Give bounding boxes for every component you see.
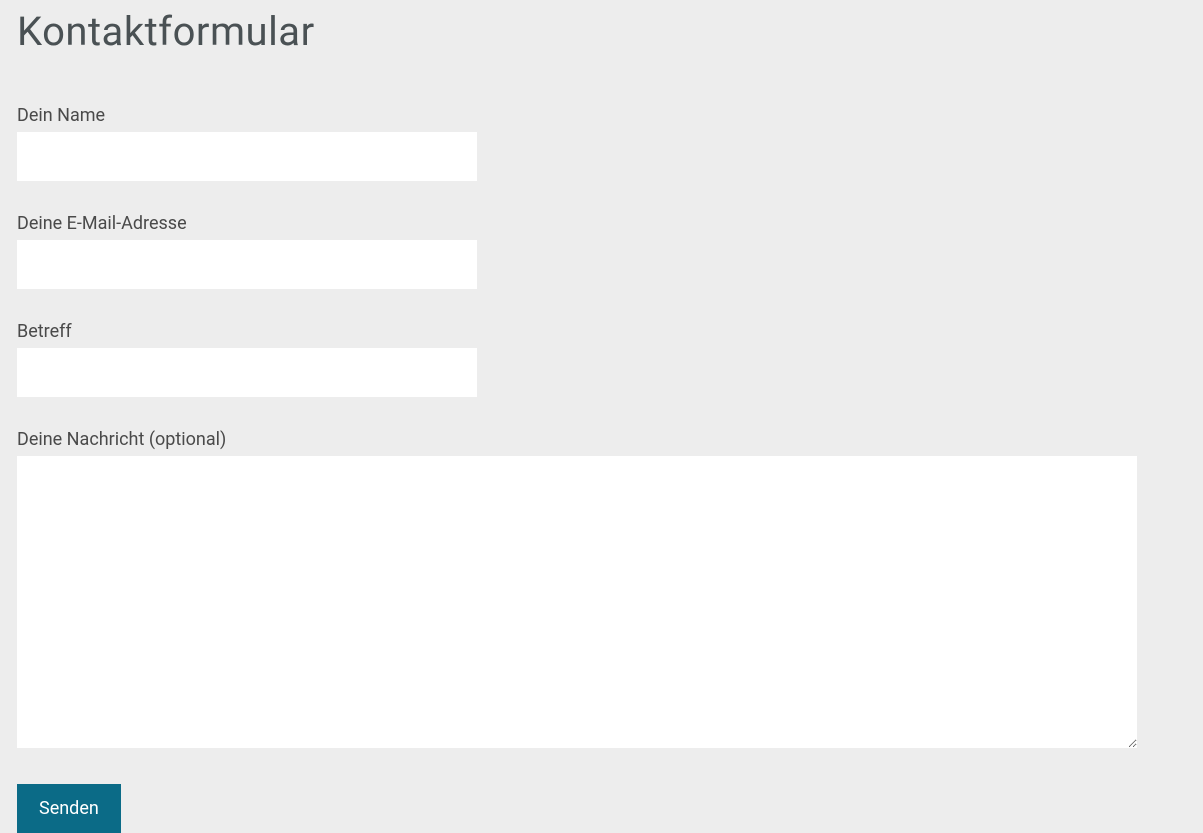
message-label: Deine Nachricht (optional)	[17, 429, 1186, 450]
submit-button[interactable]: Senden	[17, 784, 121, 833]
form-group-message: Deine Nachricht (optional)	[17, 429, 1186, 752]
email-input[interactable]	[17, 240, 477, 289]
subject-input[interactable]	[17, 348, 477, 397]
subject-label: Betreff	[17, 321, 1186, 342]
email-label: Deine E-Mail-Adresse	[17, 213, 1186, 234]
contact-form: Dein Name Deine E-Mail-Adresse Betreff D…	[17, 105, 1186, 833]
form-group-email: Deine E-Mail-Adresse	[17, 213, 1186, 289]
form-group-name: Dein Name	[17, 105, 1186, 181]
name-label: Dein Name	[17, 105, 1186, 126]
message-textarea[interactable]	[17, 456, 1137, 748]
name-input[interactable]	[17, 132, 477, 181]
page-title: Kontaktformular	[17, 8, 1186, 55]
form-group-subject: Betreff	[17, 321, 1186, 397]
